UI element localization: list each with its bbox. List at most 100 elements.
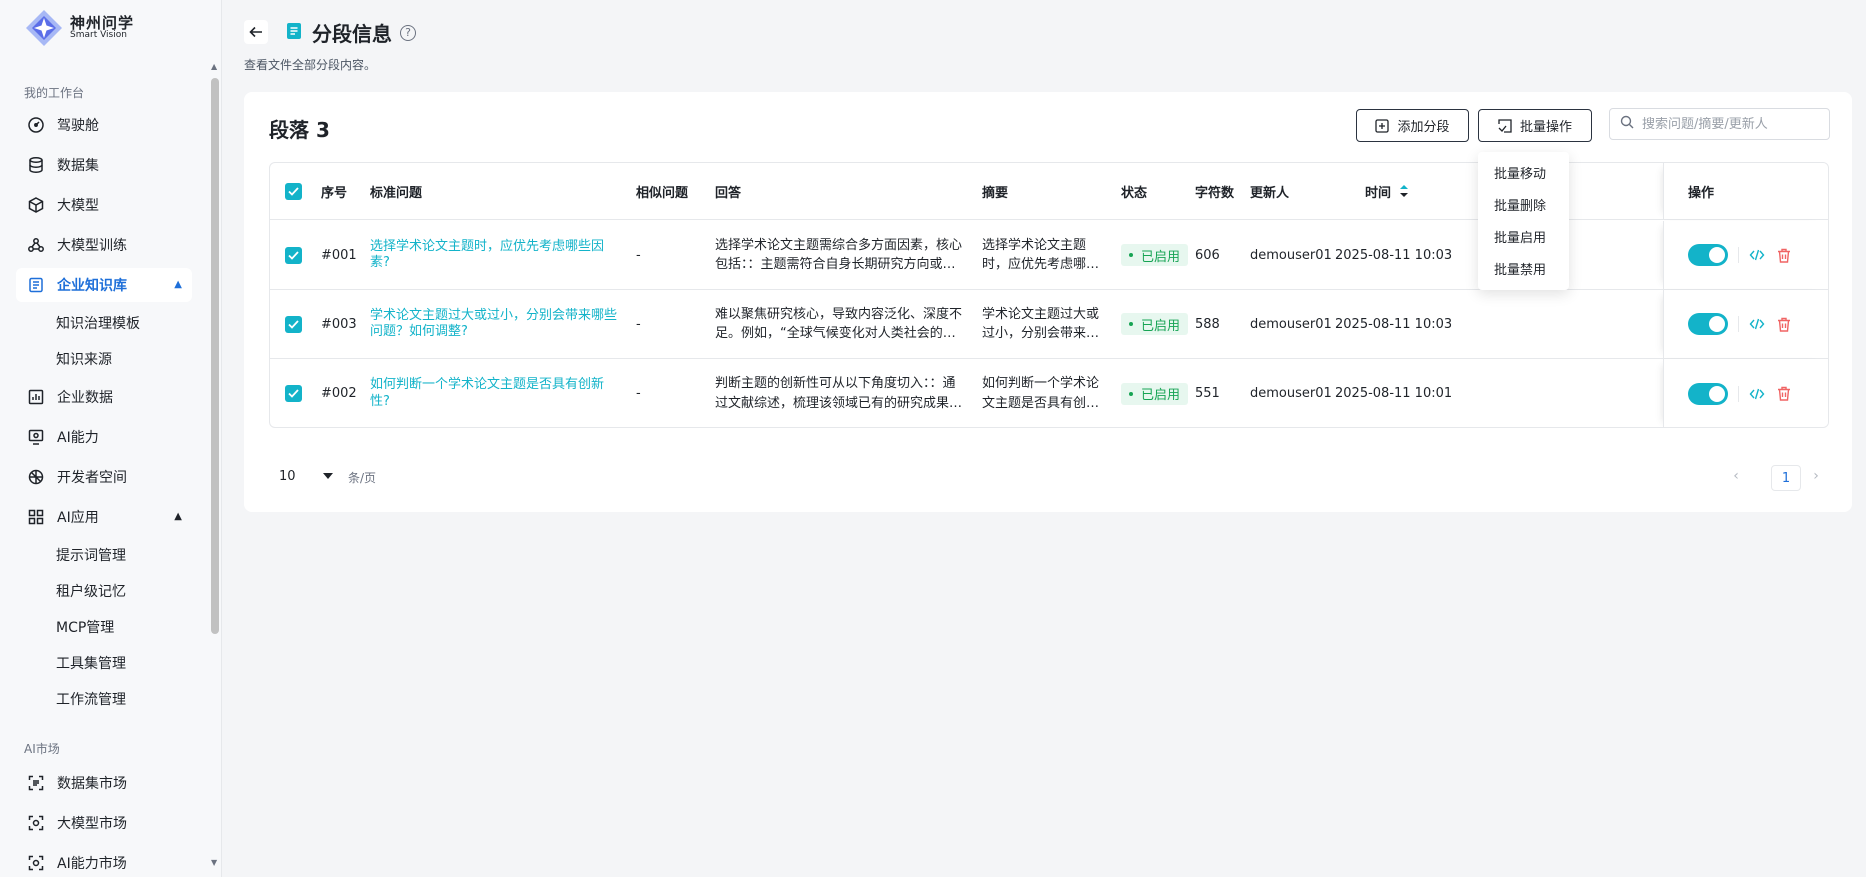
sidebar-subitem-toolsets[interactable]: 工具集管理 — [56, 653, 126, 673]
enable-toggle[interactable] — [1688, 313, 1728, 335]
sidebar-subitem-mcp[interactable]: MCP管理 — [56, 617, 114, 637]
sidebar-item-dataset-market[interactable]: 数据集市场 — [16, 766, 192, 800]
search-input[interactable] — [1642, 116, 1822, 132]
select-all-checkbox[interactable] — [285, 163, 302, 219]
batch-operation-button[interactable]: 批量操作 — [1478, 109, 1592, 142]
ops-column-header: 操作 — [1663, 163, 1828, 219]
sidebar-item-ai-apps[interactable]: AI应用 ▲ — [16, 500, 192, 534]
cube-icon — [27, 196, 45, 214]
menu-item-batch-enable[interactable]: 批量启用 — [1494, 227, 1546, 246]
batch-icon — [1498, 118, 1512, 133]
row-question-link[interactable]: 如何判断一个学术论文主题是否具有创新性? — [370, 377, 620, 410]
menu-item-batch-delete[interactable]: 批量删除 — [1494, 195, 1546, 214]
table-row: #003 学术论文主题过大或过小，分别会带来哪些问题？如何调整? - 难以聚焦研… — [270, 290, 1828, 359]
knowledge-base-icon — [27, 276, 45, 294]
scroll-up-icon[interactable]: ▲ — [211, 62, 217, 71]
enable-toggle[interactable] — [1688, 244, 1728, 266]
row-answer: 难以聚焦研究核心，导致内容泛化、深度不足。例如，“全球气候变化对人类社会的影响”… — [715, 306, 963, 342]
row-checkbox[interactable] — [285, 359, 302, 427]
sidebar-item-knowledge-base[interactable]: 企业知识库 ▲ — [16, 268, 192, 302]
page-title-wrap: 分段信息 ? — [286, 18, 416, 47]
page-size-unit: 条/页 — [348, 471, 377, 485]
sidebar-item-label: 大模型市场 — [57, 816, 127, 832]
row-ops — [1663, 359, 1828, 427]
row-time: 2025-08-11 10:03 — [1335, 247, 1453, 263]
sidebar-item-dataset[interactable]: 数据集 — [16, 148, 192, 182]
sidebar-item-llm[interactable]: 大模型 — [16, 188, 192, 222]
caret-up-icon: ▲ — [174, 511, 182, 522]
row-question-link[interactable]: 学术论文主题过大或过小，分别会带来哪些问题？如何调整? — [370, 308, 620, 341]
apps-grid-icon — [27, 508, 45, 526]
sidebar-subitem-tenant-memory[interactable]: 租户级记忆 — [56, 581, 126, 601]
brand-name-cn: 神州问学 — [70, 13, 135, 32]
sidebar-item-llm-market[interactable]: 大模型市场 — [16, 806, 192, 840]
sidebar-subitem-governance-template[interactable]: 知识治理模板 — [56, 313, 140, 333]
delete-icon[interactable] — [1777, 317, 1791, 332]
menu-item-batch-move[interactable]: 批量移动 — [1494, 163, 1546, 182]
sidebar-item-cockpit[interactable]: 驾驶舱 — [16, 108, 192, 142]
menu-item-batch-disable[interactable]: 批量禁用 — [1494, 259, 1546, 278]
scan-icon — [27, 774, 45, 792]
scroll-thumb[interactable] — [211, 78, 219, 634]
sidebar-item-ai-market[interactable]: AI能力市场 — [16, 846, 192, 877]
delete-icon[interactable] — [1777, 248, 1791, 263]
page-number-current[interactable]: 1 — [1771, 465, 1801, 491]
sidebar-item-label: 企业数据 — [57, 390, 113, 406]
segments-card: 段落 3 添加分段 批量操作 序号 标准问题 相似问题 回答 摘要 状态 字符数 — [244, 92, 1852, 512]
column-time[interactable]: 时间 — [1365, 163, 1409, 219]
brand-logo[interactable]: 神州问学 Smart Vision — [24, 8, 134, 48]
search-box[interactable] — [1609, 108, 1830, 140]
sort-icon[interactable] — [1399, 184, 1409, 198]
edit-icon[interactable] — [1749, 248, 1765, 262]
page-title: 分段信息 — [312, 22, 392, 46]
column-question: 标准问题 — [370, 185, 423, 201]
sidebar-subitem-prompts[interactable]: 提示词管理 — [56, 545, 126, 565]
enable-toggle[interactable] — [1688, 382, 1728, 405]
row-updater: demouser01 — [1250, 316, 1332, 332]
sidebar-item-enterprise-data[interactable]: 企业数据 — [16, 380, 192, 414]
batch-operation-menu: 批量移动 批量删除 批量启用 批量禁用 — [1478, 152, 1569, 290]
row-updater: demouser01 — [1250, 247, 1332, 263]
ai-ability-icon — [27, 428, 45, 446]
column-time-label: 时间 — [1365, 185, 1392, 201]
page-size-select[interactable]: 10 — [269, 462, 339, 490]
delete-icon[interactable] — [1777, 386, 1791, 401]
sidebar-subitem-workflows[interactable]: 工作流管理 — [56, 689, 126, 709]
status-badge: 已启用 — [1121, 244, 1189, 266]
column-no: 序号 — [321, 185, 348, 201]
group-label-market: AI市场 — [24, 742, 60, 756]
row-checkbox[interactable] — [285, 221, 302, 289]
sidebar-item-ai-ability[interactable]: AI能力 — [16, 420, 192, 454]
add-segment-label: 添加分段 — [1397, 120, 1450, 135]
edit-icon[interactable] — [1749, 387, 1765, 401]
row-no: #002 — [321, 386, 357, 401]
row-question-link[interactable]: 选择学术论文主题时，应优先考虑哪些因素? — [370, 239, 620, 272]
add-segment-button[interactable]: 添加分段 — [1356, 109, 1469, 142]
edit-icon[interactable] — [1749, 317, 1765, 331]
row-similar: - — [636, 316, 641, 332]
sidebar-item-label: 数据集市场 — [57, 776, 127, 792]
table-row: #001 选择学术论文主题时，应优先考虑哪些因素? - 选择学术论文主题需综合多… — [270, 221, 1828, 290]
sidebar-item-llm-training[interactable]: 大模型训练 — [16, 228, 192, 262]
row-checkbox[interactable] — [285, 290, 302, 358]
sidebar-item-label: 大模型 — [57, 198, 99, 214]
column-similar: 相似问题 — [636, 185, 689, 201]
batch-operation-label: 批量操作 — [1519, 120, 1572, 135]
search-icon — [1620, 115, 1634, 133]
row-ops — [1663, 221, 1828, 289]
row-chars: 551 — [1195, 386, 1220, 401]
sidebar-scrollbar[interactable]: ▲ ▼ — [208, 58, 222, 870]
column-summary: 摘要 — [982, 185, 1009, 201]
scan-icon — [27, 814, 45, 832]
next-page-icon[interactable]: › — [1804, 462, 1828, 490]
prev-page-icon[interactable]: ‹ — [1724, 462, 1748, 490]
sidebar-item-developer-space[interactable]: 开发者空间 — [16, 460, 192, 494]
sidebar-item-label: AI应用 — [57, 510, 99, 526]
sidebar-subitem-knowledge-source[interactable]: 知识来源 — [56, 349, 112, 369]
page-size-value: 10 — [279, 468, 296, 484]
help-icon[interactable]: ? — [400, 24, 416, 41]
page-subtitle: 查看文件全部分段内容。 — [244, 58, 377, 72]
scroll-down-icon[interactable]: ▼ — [211, 858, 217, 867]
scan-icon — [27, 854, 45, 872]
back-button[interactable] — [244, 20, 268, 44]
